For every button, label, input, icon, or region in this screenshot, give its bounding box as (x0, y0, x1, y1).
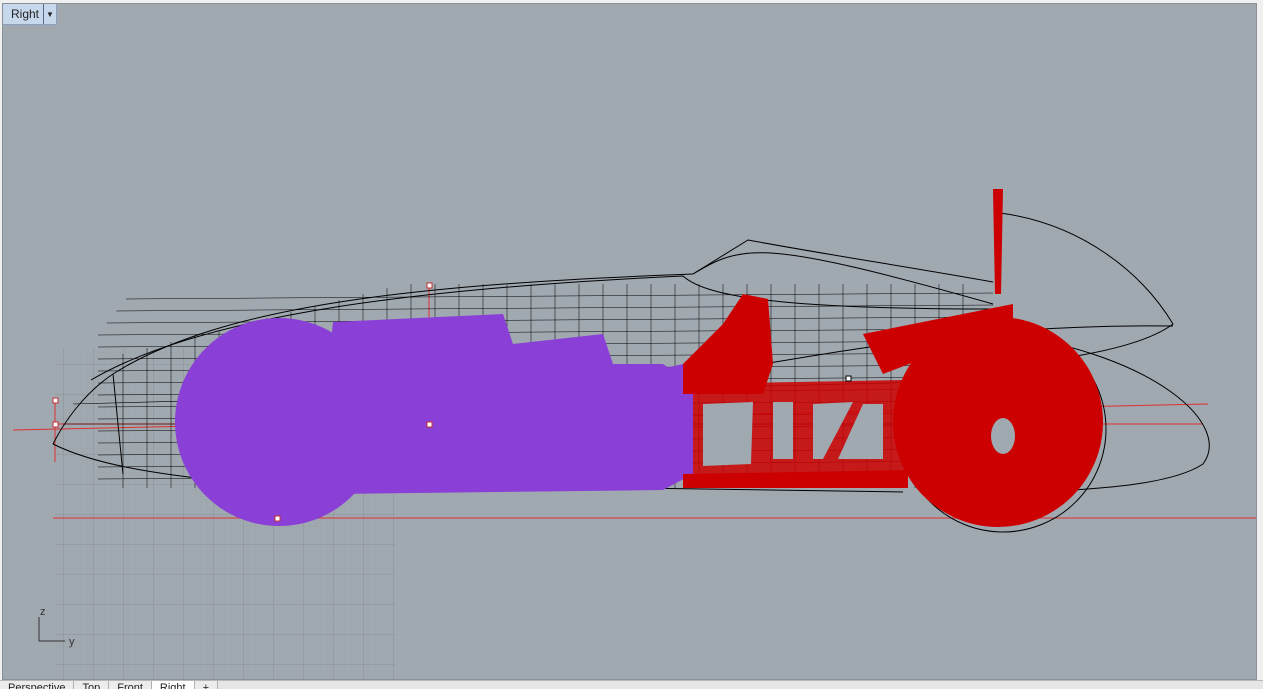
viewport-title[interactable]: Right (3, 4, 43, 24)
viewport-title-tab[interactable]: Right ▼ (3, 4, 58, 25)
front-assembly-mesh (683, 189, 1103, 527)
axis-label-y: y (69, 636, 75, 648)
chevron-down-icon[interactable]: ▼ (43, 4, 56, 24)
axis-label-z: z (40, 606, 46, 618)
rear-assembly-mesh (175, 314, 703, 526)
viewport-canvas[interactable]: z y (3, 4, 1256, 679)
right-viewport[interactable]: z y Right ▼ (2, 3, 1257, 680)
viewport-frame: z y Right ▼ (0, 0, 1263, 680)
